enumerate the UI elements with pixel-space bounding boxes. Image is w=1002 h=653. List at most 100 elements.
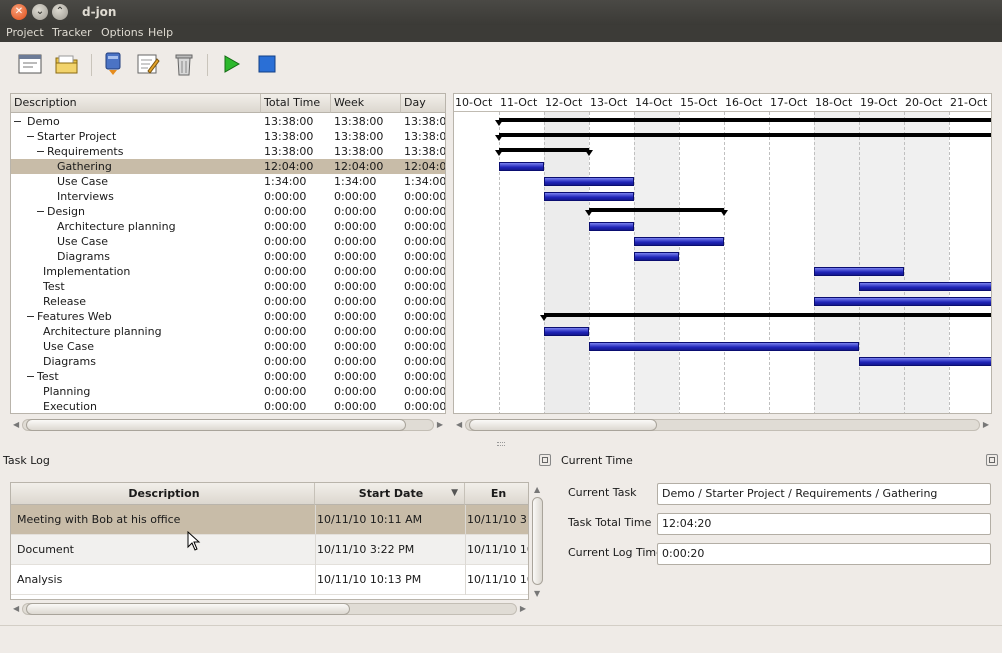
- gantt-task-bar[interactable]: [544, 192, 634, 201]
- gantt-task-bar[interactable]: [544, 327, 589, 336]
- collapse-toggle-icon[interactable]: [27, 376, 34, 377]
- tree-row[interactable]: Architecture planning 0:00:00 0:00:00 0:00:…: [11, 219, 445, 234]
- tree-row[interactable]: Gathering 12:04:00 12:04:00 12:04:00: [11, 159, 445, 174]
- column-header-week[interactable]: Week: [331, 94, 401, 113]
- tree-row[interactable]: Use Case 0:00:00 0:00:00 0:00:00: [11, 234, 445, 249]
- gantt-summary-bar[interactable]: [589, 208, 724, 212]
- gantt-scrollbar[interactable]: ◀ ▶: [453, 417, 992, 433]
- toolbar: [0, 42, 1002, 88]
- task-total-time-field[interactable]: 12:04:20: [657, 513, 991, 535]
- gantt-task-bar[interactable]: [589, 222, 634, 231]
- gantt-task-bar[interactable]: [589, 342, 859, 351]
- collapse-toggle-icon[interactable]: [14, 121, 21, 122]
- menu-tracker[interactable]: Tracker: [52, 26, 92, 39]
- tree-row-week: 0:00:00: [334, 325, 377, 338]
- gantt-task-bar[interactable]: [634, 252, 679, 261]
- gantt-summary-bar[interactable]: [499, 148, 589, 152]
- gantt-task-bar[interactable]: [499, 162, 544, 171]
- detach-task-log-icon[interactable]: [539, 454, 551, 466]
- tree-row[interactable]: Test 0:00:00 0:00:00 0:00:00: [11, 279, 445, 294]
- splitter-handle[interactable]: [497, 442, 505, 446]
- task-log-row[interactable]: Document 10/11/10 3:22 PM 10/11/10 10:: [11, 535, 528, 565]
- tree-row[interactable]: Test 0:00:00 0:00:00 0:00:00: [11, 369, 445, 384]
- tree-row-label: Design: [47, 205, 85, 218]
- collapse-toggle-icon[interactable]: [37, 211, 44, 212]
- task-log-end-date: 10/11/10 3:2: [467, 513, 528, 526]
- toolbar-separator: [207, 54, 208, 76]
- tree-row-total-time: 0:00:00: [264, 235, 307, 248]
- edit-task-icon[interactable]: [134, 50, 162, 78]
- gantt-date-label: 15-Oct: [680, 96, 718, 109]
- tree-row-week: 0:00:00: [334, 265, 377, 278]
- maximize-icon[interactable]: ⌃: [52, 4, 68, 20]
- gantt-task-bar[interactable]: [814, 267, 904, 276]
- collapse-toggle-icon[interactable]: [27, 316, 34, 317]
- column-header-start-date[interactable]: Start Date ▼: [315, 483, 465, 505]
- column-divider: [315, 505, 316, 535]
- detach-current-time-icon[interactable]: [986, 454, 998, 466]
- close-icon[interactable]: ✕: [11, 4, 27, 20]
- task-tree-scrollbar[interactable]: ◀ ▶: [10, 417, 446, 433]
- gantt-task-bar[interactable]: [544, 177, 634, 186]
- collapse-toggle-icon[interactable]: [27, 136, 34, 137]
- tree-row[interactable]: Demo 13:38:00 13:38:00 13:38:00: [11, 114, 445, 129]
- tree-row[interactable]: Design 0:00:00 0:00:00 0:00:00: [11, 204, 445, 219]
- open-folder-icon[interactable]: [53, 50, 81, 78]
- task-log-row[interactable]: Meeting with Bob at his office 10/11/10 1…: [11, 505, 528, 535]
- gantt-task-bar[interactable]: [859, 282, 991, 291]
- tree-row-day: 0:00:00: [404, 340, 446, 353]
- tree-row[interactable]: Features Web 0:00:00 0:00:00 0:00:00: [11, 309, 445, 324]
- column-header-log-description[interactable]: Description: [11, 483, 315, 505]
- task-log-row[interactable]: Analysis 10/11/10 10:13 PM 10/11/10 10:: [11, 565, 528, 595]
- menu-options[interactable]: Options: [101, 26, 143, 39]
- column-header-description[interactable]: Description: [11, 94, 261, 113]
- tree-row[interactable]: Planning 0:00:00 0:00:00 0:00:00: [11, 384, 445, 399]
- tree-row-total-time: 0:00:00: [264, 220, 307, 233]
- tree-row[interactable]: Diagrams 0:00:00 0:00:00 0:00:00: [11, 354, 445, 369]
- gantt-task-bar[interactable]: [814, 297, 991, 306]
- tree-row-week: 1:34:00: [334, 175, 377, 188]
- tree-row[interactable]: Interviews 0:00:00 0:00:00 0:00:00: [11, 189, 445, 204]
- tree-row[interactable]: Requirements 13:38:00 13:38:00 13:38:00: [11, 144, 445, 159]
- minimize-icon[interactable]: ⌄: [32, 4, 48, 20]
- collapse-toggle-icon[interactable]: [37, 151, 44, 152]
- menu-help[interactable]: Help: [148, 26, 173, 39]
- stop-icon[interactable]: [253, 50, 281, 78]
- tree-row[interactable]: Diagrams 0:00:00 0:00:00 0:00:00: [11, 249, 445, 264]
- play-icon[interactable]: [217, 50, 245, 78]
- trash-icon[interactable]: [170, 50, 198, 78]
- tree-row[interactable]: Use Case 0:00:00 0:00:00 0:00:00: [11, 339, 445, 354]
- tree-row-total-time: 0:00:00: [264, 385, 307, 398]
- tree-row[interactable]: Use Case 1:34:00 1:34:00 1:34:00: [11, 174, 445, 189]
- gantt-summary-bar[interactable]: [544, 313, 991, 317]
- column-header-total-time[interactable]: Total Time: [261, 94, 331, 113]
- menu-project[interactable]: Project: [6, 26, 44, 39]
- tree-row-total-time: 0:00:00: [264, 295, 307, 308]
- gantt-day-gridline: [499, 112, 500, 413]
- gantt-task-bar[interactable]: [859, 357, 991, 366]
- task-log-vscrollbar[interactable]: ▲ ▼: [530, 485, 544, 599]
- new-project-icon[interactable]: [16, 50, 44, 78]
- gantt-date-header: 10-Oct 11-Oct 12-Oct 13-Oct 14-Oct 15-Oct 16-O…: [454, 94, 991, 112]
- gantt-summary-bar[interactable]: [499, 118, 991, 122]
- gantt-date-label: 10-Oct: [455, 96, 493, 109]
- current-log-time-field[interactable]: 0:00:20: [657, 543, 991, 565]
- tree-row[interactable]: Starter Project 13:38:00 13:38:00 13:38:00: [11, 129, 445, 144]
- column-header-end-date[interactable]: En: [465, 483, 528, 505]
- gantt-summary-bar[interactable]: [499, 133, 991, 137]
- tree-row[interactable]: Execution 0:00:00 0:00:00 0:00:00: [11, 399, 445, 413]
- gantt-date-label: 14-Oct: [635, 96, 673, 109]
- tree-row-label: Architecture planning: [57, 220, 176, 233]
- tree-row[interactable]: Release 0:00:00 0:00:00 0:00:00: [11, 294, 445, 309]
- add-task-icon[interactable]: [99, 50, 127, 78]
- tree-row-week: 0:00:00: [334, 250, 377, 263]
- column-header-day[interactable]: Day: [401, 94, 445, 113]
- gantt-task-bar[interactable]: [634, 237, 724, 246]
- window-title: d-jon: [82, 5, 117, 19]
- column-divider: [315, 565, 316, 595]
- tree-row[interactable]: Architecture planning 0:00:00 0:00:00 0:00:…: [11, 324, 445, 339]
- task-log-hscrollbar[interactable]: ◀ ▶: [10, 601, 529, 617]
- current-task-field[interactable]: Demo / Starter Project / Requirements / …: [657, 483, 991, 505]
- tree-row[interactable]: Implementation 0:00:00 0:00:00 0:00:00: [11, 264, 445, 279]
- gantt-date-label: 21-Oct: [950, 96, 988, 109]
